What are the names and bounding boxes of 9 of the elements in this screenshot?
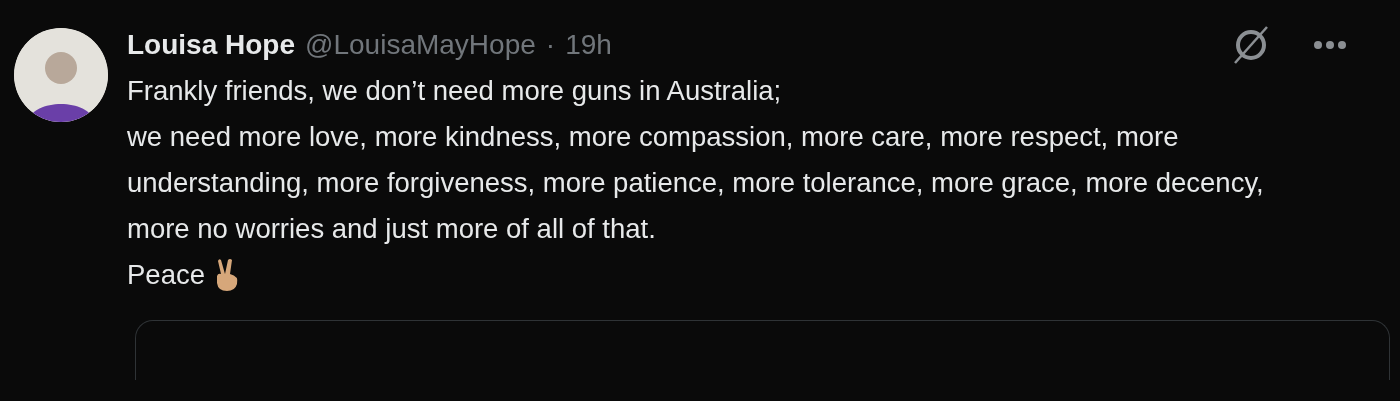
- separator: ·: [545, 28, 556, 62]
- post-text: Peace: [127, 258, 205, 292]
- post-text: Frankly friends, we don’t need more guns in Australia;: [127, 74, 782, 108]
- avatar-placeholder[interactable]: [14, 28, 108, 122]
- more-options-icon[interactable]: [1313, 40, 1347, 50]
- post-time[interactable]: 19h: [565, 24, 612, 66]
- author-name[interactable]: Louisa Hope: [127, 24, 295, 66]
- author-handle[interactable]: @LouisaMayHope: [305, 24, 536, 66]
- post-text: we need more love, more kindness, more compassion, more care, more respect, more understanding, more forgiveness, more patience, more tolerance, more grace, more decency, more no worries and just more of all of that.: [127, 120, 1265, 246]
